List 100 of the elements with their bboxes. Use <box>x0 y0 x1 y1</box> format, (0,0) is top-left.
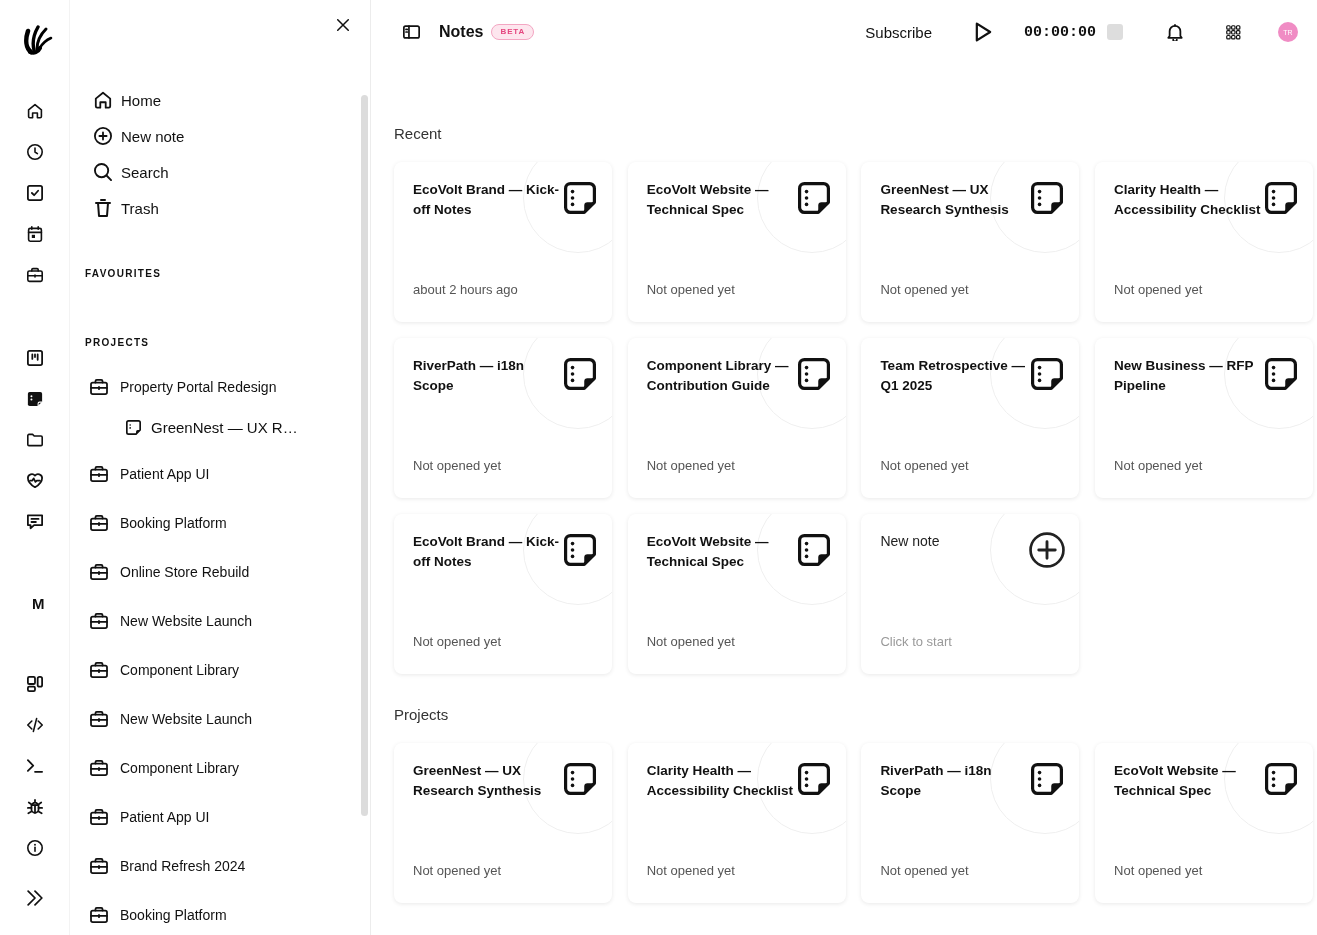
card-meta: Not opened yet <box>880 458 970 474</box>
project-item[interactable]: Patient App UI <box>70 792 210 842</box>
note-icon <box>1031 763 1064 795</box>
card-meta: Not opened yet <box>880 282 970 298</box>
home-icon[interactable] <box>26 103 43 119</box>
project-item[interactable]: Patient App UI <box>70 449 210 499</box>
section-label: PROJECTS <box>84 336 150 350</box>
card-title: GreenNest — UX Research Synthesis <box>413 762 543 800</box>
card-title: RiverPath — i18n Scope <box>413 357 526 395</box>
grid-icon[interactable] <box>1226 24 1241 40</box>
briefcase-icon <box>90 564 108 580</box>
folder-icon[interactable] <box>26 432 43 448</box>
briefcase-icon <box>90 466 108 482</box>
briefcase-icon <box>90 379 108 395</box>
card-meta: Not opened yet <box>413 458 503 474</box>
card-title: EcoVolt Website — Technical Spec <box>646 181 770 219</box>
card-title: Clarity Health — Accessibility Checklist <box>1114 181 1262 219</box>
card-title: GreenNest — UX Research Synthesis <box>880 181 1010 219</box>
project-item[interactable]: Property Portal Redesign <box>70 362 277 412</box>
code-icon[interactable] <box>26 717 43 733</box>
note-icon[interactable] <box>26 391 43 407</box>
info-icon[interactable] <box>26 840 43 856</box>
calendar-icon[interactable] <box>26 226 43 242</box>
briefcase-icon <box>90 907 108 923</box>
clock-icon[interactable] <box>26 144 43 160</box>
card-meta: Not opened yet <box>1114 863 1204 879</box>
timer-display: 00:00:00 <box>1024 23 1096 41</box>
nav-item[interactable]: Home <box>94 82 161 118</box>
bug-icon[interactable] <box>26 799 43 815</box>
section-label: FAVOURITES <box>84 267 162 281</box>
layout-icon[interactable] <box>26 676 43 692</box>
plus-circle-icon <box>94 127 112 145</box>
scrollbar-thumb[interactable] <box>361 95 368 816</box>
play-icon[interactable] <box>975 22 992 42</box>
note-icon <box>564 763 596 795</box>
card-title: RiverPath — i18n Scope <box>880 762 993 800</box>
checkbox-icon[interactable] <box>26 185 43 201</box>
chevrons-icon[interactable] <box>26 890 43 906</box>
note-icon <box>1031 358 1064 390</box>
card-meta: Not opened yet <box>646 863 736 879</box>
workspace-initial[interactable]: M <box>32 595 45 613</box>
note-icon <box>1265 182 1298 214</box>
card-title: New note <box>880 532 941 551</box>
project-item[interactable]: Booking Platform <box>70 498 227 548</box>
project-item[interactable]: Online Store Rebuild <box>70 547 250 597</box>
briefcase-icon[interactable] <box>26 267 43 283</box>
nav-item[interactable]: New note <box>94 118 185 154</box>
card-meta: Not opened yet <box>880 863 970 879</box>
close-icon[interactable] <box>337 19 349 31</box>
project-item[interactable]: New Website Launch <box>70 694 253 744</box>
terminal-icon[interactable] <box>26 758 43 774</box>
note-icon <box>1265 358 1298 390</box>
board-icon[interactable] <box>26 350 43 366</box>
card-meta: Not opened yet <box>646 282 736 298</box>
project-item[interactable]: Booking Platform <box>70 890 227 935</box>
card-meta: Not opened yet <box>413 863 503 879</box>
briefcase-icon <box>90 613 108 629</box>
logo-icon[interactable] <box>22 25 53 55</box>
card-meta: Not opened yet <box>646 634 736 650</box>
beta-badge: BETA <box>491 24 535 40</box>
card-title: EcoVolt Brand — Kick-off Notes <box>413 181 561 219</box>
note-icon <box>1031 182 1064 214</box>
card-title: EcoVolt Brand — Kick-off Notes <box>413 533 561 571</box>
note-icon <box>564 182 596 214</box>
card-title: EcoVolt Website — Technical Spec <box>1114 762 1237 800</box>
note-icon <box>126 420 141 435</box>
card-title: Component Library — Contribution Guide <box>646 357 790 395</box>
card-meta: Not opened yet <box>646 458 736 474</box>
trash-icon <box>94 199 112 217</box>
card-title: EcoVolt Website — Technical Spec <box>646 533 770 571</box>
project-item[interactable]: New Website Launch <box>70 596 253 646</box>
card-title: New Business — RFP Pipeline <box>1114 357 1255 395</box>
briefcase-icon <box>90 858 108 874</box>
nav-item[interactable]: Search <box>94 154 169 190</box>
heart-pulse-icon[interactable] <box>26 473 43 489</box>
project-item[interactable]: Component Library <box>70 743 240 793</box>
briefcase-icon <box>90 809 108 825</box>
briefcase-icon <box>90 662 108 678</box>
card-title: Clarity Health — Accessibility Checklist <box>646 762 794 800</box>
briefcase-icon <box>90 515 108 531</box>
card-meta: Not opened yet <box>413 634 503 650</box>
chat-icon[interactable] <box>26 514 43 530</box>
note-icon <box>797 534 830 566</box>
briefcase-icon <box>90 760 108 776</box>
subscribe-button[interactable]: Subscribe <box>865 23 932 41</box>
note-icon <box>797 763 830 795</box>
note-link[interactable]: GreenNest — UX R… <box>70 411 298 444</box>
card-meta: about 2 hours ago <box>413 282 519 298</box>
project-item[interactable]: Component Library <box>70 645 240 695</box>
nav-item[interactable]: Trash <box>94 190 159 226</box>
sidebar-toggle-icon[interactable] <box>403 25 420 39</box>
section-heading: Recent <box>394 124 443 144</box>
project-item[interactable]: Brand Refresh 2024 <box>70 841 246 891</box>
note-icon <box>564 534 596 566</box>
note-icon <box>1265 763 1298 795</box>
bell-icon[interactable] <box>1167 23 1183 41</box>
card-meta: Not opened yet <box>1114 458 1204 474</box>
note-icon <box>797 358 830 390</box>
plus-circle-icon <box>1029 532 1066 568</box>
home-icon <box>94 91 112 109</box>
